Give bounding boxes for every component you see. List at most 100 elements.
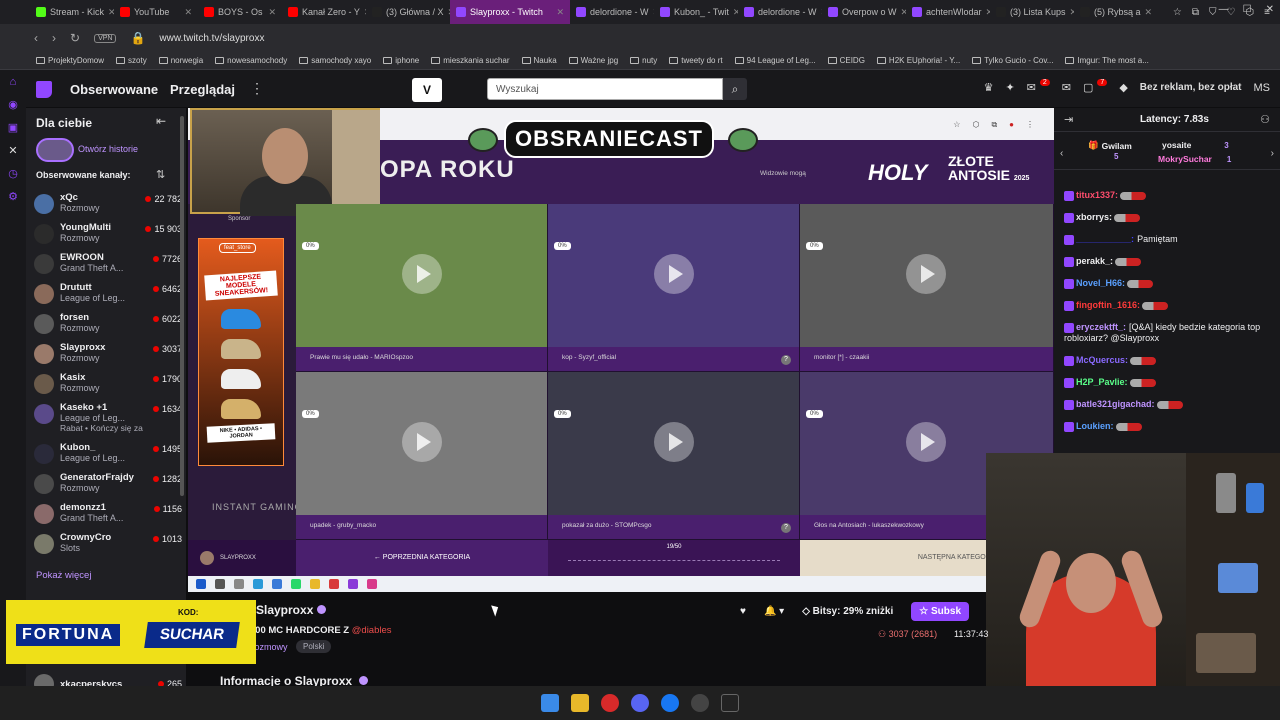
gift-leader-2[interactable]: yosaite 3 <box>1162 140 1229 150</box>
browser-tab[interactable]: (5) Rybsą a ✕ <box>1074 0 1158 24</box>
open-stories-link[interactable]: Otwórz historie <box>78 144 138 154</box>
browser-tab[interactable]: BOYS - Os ✕ <box>198 0 282 24</box>
rail-twitch-icon[interactable]: ▣ <box>8 121 18 134</box>
bookmark-item[interactable]: 94 League of Leg... <box>734 56 816 65</box>
user-avatar[interactable]: MS <box>1254 82 1271 94</box>
bookmark-item[interactable]: ProjektyDomow <box>36 56 104 65</box>
sidebar-scrollbar[interactable] <box>180 116 184 496</box>
browser-tab[interactable]: delordione - W✕ <box>570 0 654 24</box>
gift-leader-3[interactable]: MokrySuchar 1 <box>1158 154 1231 164</box>
sidebar-channel[interactable]: demonzz1 Grand Theft A... 1156 <box>34 502 182 532</box>
browser-tab[interactable]: (3) Lista Kups ✕ <box>990 0 1074 24</box>
tab-close-icon[interactable]: ✕ <box>184 7 192 18</box>
bookmark-item[interactable]: Imgur: The most a... <box>1065 56 1149 65</box>
prev-category-button[interactable]: ← POPRZEDNIA KATEGORIA <box>296 540 548 576</box>
clip-card[interactable]: 0% upadek - gruby_macko <box>296 372 548 540</box>
sort-icon[interactable]: ⇅ <box>156 168 165 181</box>
sidebar-channel[interactable]: forsen Rozmowy 6022 <box>34 312 182 342</box>
notifications-bell-icon[interactable]: 🔔 ▾ <box>764 606 784 617</box>
browser-tab[interactable]: delordione - W✕ <box>738 0 822 24</box>
chat-username[interactable]: ___________: <box>1076 234 1134 244</box>
chat-username[interactable]: Novel_H66: <box>1076 278 1125 288</box>
nav-browse[interactable]: Przeglądaj <box>170 82 235 97</box>
terminal-icon[interactable] <box>721 694 739 712</box>
chat-username[interactable]: eryczektft_: <box>1076 322 1126 332</box>
clip-card[interactable]: 0% Prawie mu się udało - MARIOspzoo <box>296 204 548 372</box>
crown-icon[interactable]: ♛ <box>984 81 994 94</box>
adfree-button[interactable]: Bez reklam, bez opłat <box>1140 82 1242 93</box>
sidebar-channel[interactable]: Drututt League of Leg... 6462 <box>34 282 182 312</box>
discord-icon[interactable] <box>631 694 649 712</box>
play-icon[interactable] <box>654 422 694 462</box>
sidebar-channel[interactable]: EWROON Grand Theft A... 7726 <box>34 252 182 282</box>
search-input[interactable]: Wyszukaj <box>487 78 723 100</box>
browser-tab[interactable]: Kanał Zero - Y✕ <box>282 0 366 24</box>
url-field[interactable]: www.twitch.tv/slayproxx <box>159 33 264 44</box>
chat-username[interactable]: perakk_: <box>1076 256 1113 266</box>
bookmark-item[interactable]: Tylko Gucio - Cov... <box>972 56 1053 65</box>
language-tag[interactable]: Polski <box>296 640 332 653</box>
rail-home-icon[interactable]: ⌂ <box>10 76 17 88</box>
play-icon[interactable] <box>906 422 946 462</box>
bookmark-item[interactable]: tweety do rt <box>669 56 723 65</box>
stories-avatars[interactable] <box>36 138 74 162</box>
tab-close-icon[interactable]: ✕ <box>556 7 564 18</box>
collapse-chat-icon[interactable]: ⇥ <box>1064 113 1073 126</box>
chat-username[interactable]: Loukien: <box>1076 421 1114 431</box>
sidebar-channel[interactable]: Kubon_ League of Leg... 1495 <box>34 442 182 472</box>
file-explorer-icon[interactable] <box>571 694 589 712</box>
browser-tab[interactable]: YouTube ✕ <box>114 0 198 24</box>
mail-icon[interactable]: ✉ <box>1062 81 1071 94</box>
chevron-left-icon[interactable]: ‹ <box>1060 148 1063 159</box>
bookmark-item[interactable]: Nauka <box>521 56 557 65</box>
twitch-logo-icon[interactable] <box>36 81 52 98</box>
nav-followed[interactable]: Obserwowane <box>70 82 158 97</box>
shield-icon[interactable]: ⛉ <box>1209 7 1217 18</box>
bookmark-item[interactable]: nuty <box>630 56 657 65</box>
rail-x-icon[interactable]: ✕ <box>8 144 17 157</box>
browser-tab[interactable]: Overpow o W ✕ <box>822 0 906 24</box>
chat-users-icon[interactable]: ⚇ <box>1260 113 1270 126</box>
sidebar-channel[interactable]: Slayproxx Rozmowy 3037 <box>34 342 182 372</box>
play-icon[interactable] <box>402 254 442 294</box>
opera-icon[interactable] <box>601 694 619 712</box>
bookmark-item[interactable]: iphone <box>383 56 419 65</box>
heart-icon[interactable]: ♡ <box>1226 7 1235 18</box>
clip-card[interactable]: 0% monitor [*] - czaakii <box>800 204 1054 372</box>
help-icon[interactable]: ? <box>781 523 791 533</box>
play-icon[interactable] <box>402 422 442 462</box>
sidebar-channel[interactable]: CrownyCro Slots 1013 <box>34 532 182 562</box>
tab-close-icon[interactable]: ✕ <box>1145 7 1153 18</box>
rail-history-icon[interactable]: ◷ <box>8 167 18 180</box>
chat-username[interactable]: batle321gigachad: <box>1076 399 1155 409</box>
bookmark-item[interactable]: samochody xayo <box>299 56 371 65</box>
tab-close-icon[interactable]: ✕ <box>268 7 276 18</box>
steam-icon[interactable] <box>691 694 709 712</box>
reload-icon[interactable]: ↻ <box>70 31 80 45</box>
channel-name[interactable]: Slayproxx <box>256 603 327 617</box>
chat-username[interactable]: H2P_Pavlie: <box>1076 377 1128 387</box>
bookmark-item[interactable]: CEIDG <box>827 56 865 65</box>
sidebar-channel[interactable]: xQc Rozmowy 22 782 <box>34 192 182 222</box>
play-icon[interactable] <box>906 254 946 294</box>
clip-card[interactable]: 0% pokazał za dużo - STOMPcsgo? <box>548 372 800 540</box>
bookmark-item[interactable]: Ważne jpg <box>568 56 618 65</box>
bits-icon[interactable]: ◆ <box>1119 81 1127 94</box>
extensions-icon[interactable]: ⬡ <box>1245 7 1254 18</box>
browser-tab[interactable]: Stream - Kick ✕ <box>30 0 114 24</box>
vpn-badge[interactable]: VPN <box>94 33 117 43</box>
windows-start-icon[interactable] <box>541 694 559 712</box>
rail-messenger-icon[interactable]: ◉ <box>8 98 18 111</box>
search-icon[interactable]: ⌕ <box>723 78 747 100</box>
browser-tab[interactable]: (3) Główna / X✕ <box>366 0 450 24</box>
bookmark-item[interactable]: norwegia <box>158 56 203 65</box>
more-options-icon[interactable]: ⋮ <box>250 80 264 97</box>
inbox-icon[interactable]: ✉ <box>1027 81 1036 94</box>
subscribe-button[interactable]: ☆ Subsk <box>911 602 970 621</box>
bits-discount-button[interactable]: ◇ Bitsy: 29% zniżki <box>802 606 893 617</box>
chevron-right-icon[interactable]: › <box>1271 148 1274 159</box>
chat-username[interactable]: McQuercus: <box>1076 355 1128 365</box>
back-icon[interactable]: ‹ <box>34 31 38 45</box>
bookmark-item[interactable]: H2K EUphoria! - Y... <box>876 56 960 65</box>
forward-icon[interactable]: › <box>52 31 56 45</box>
